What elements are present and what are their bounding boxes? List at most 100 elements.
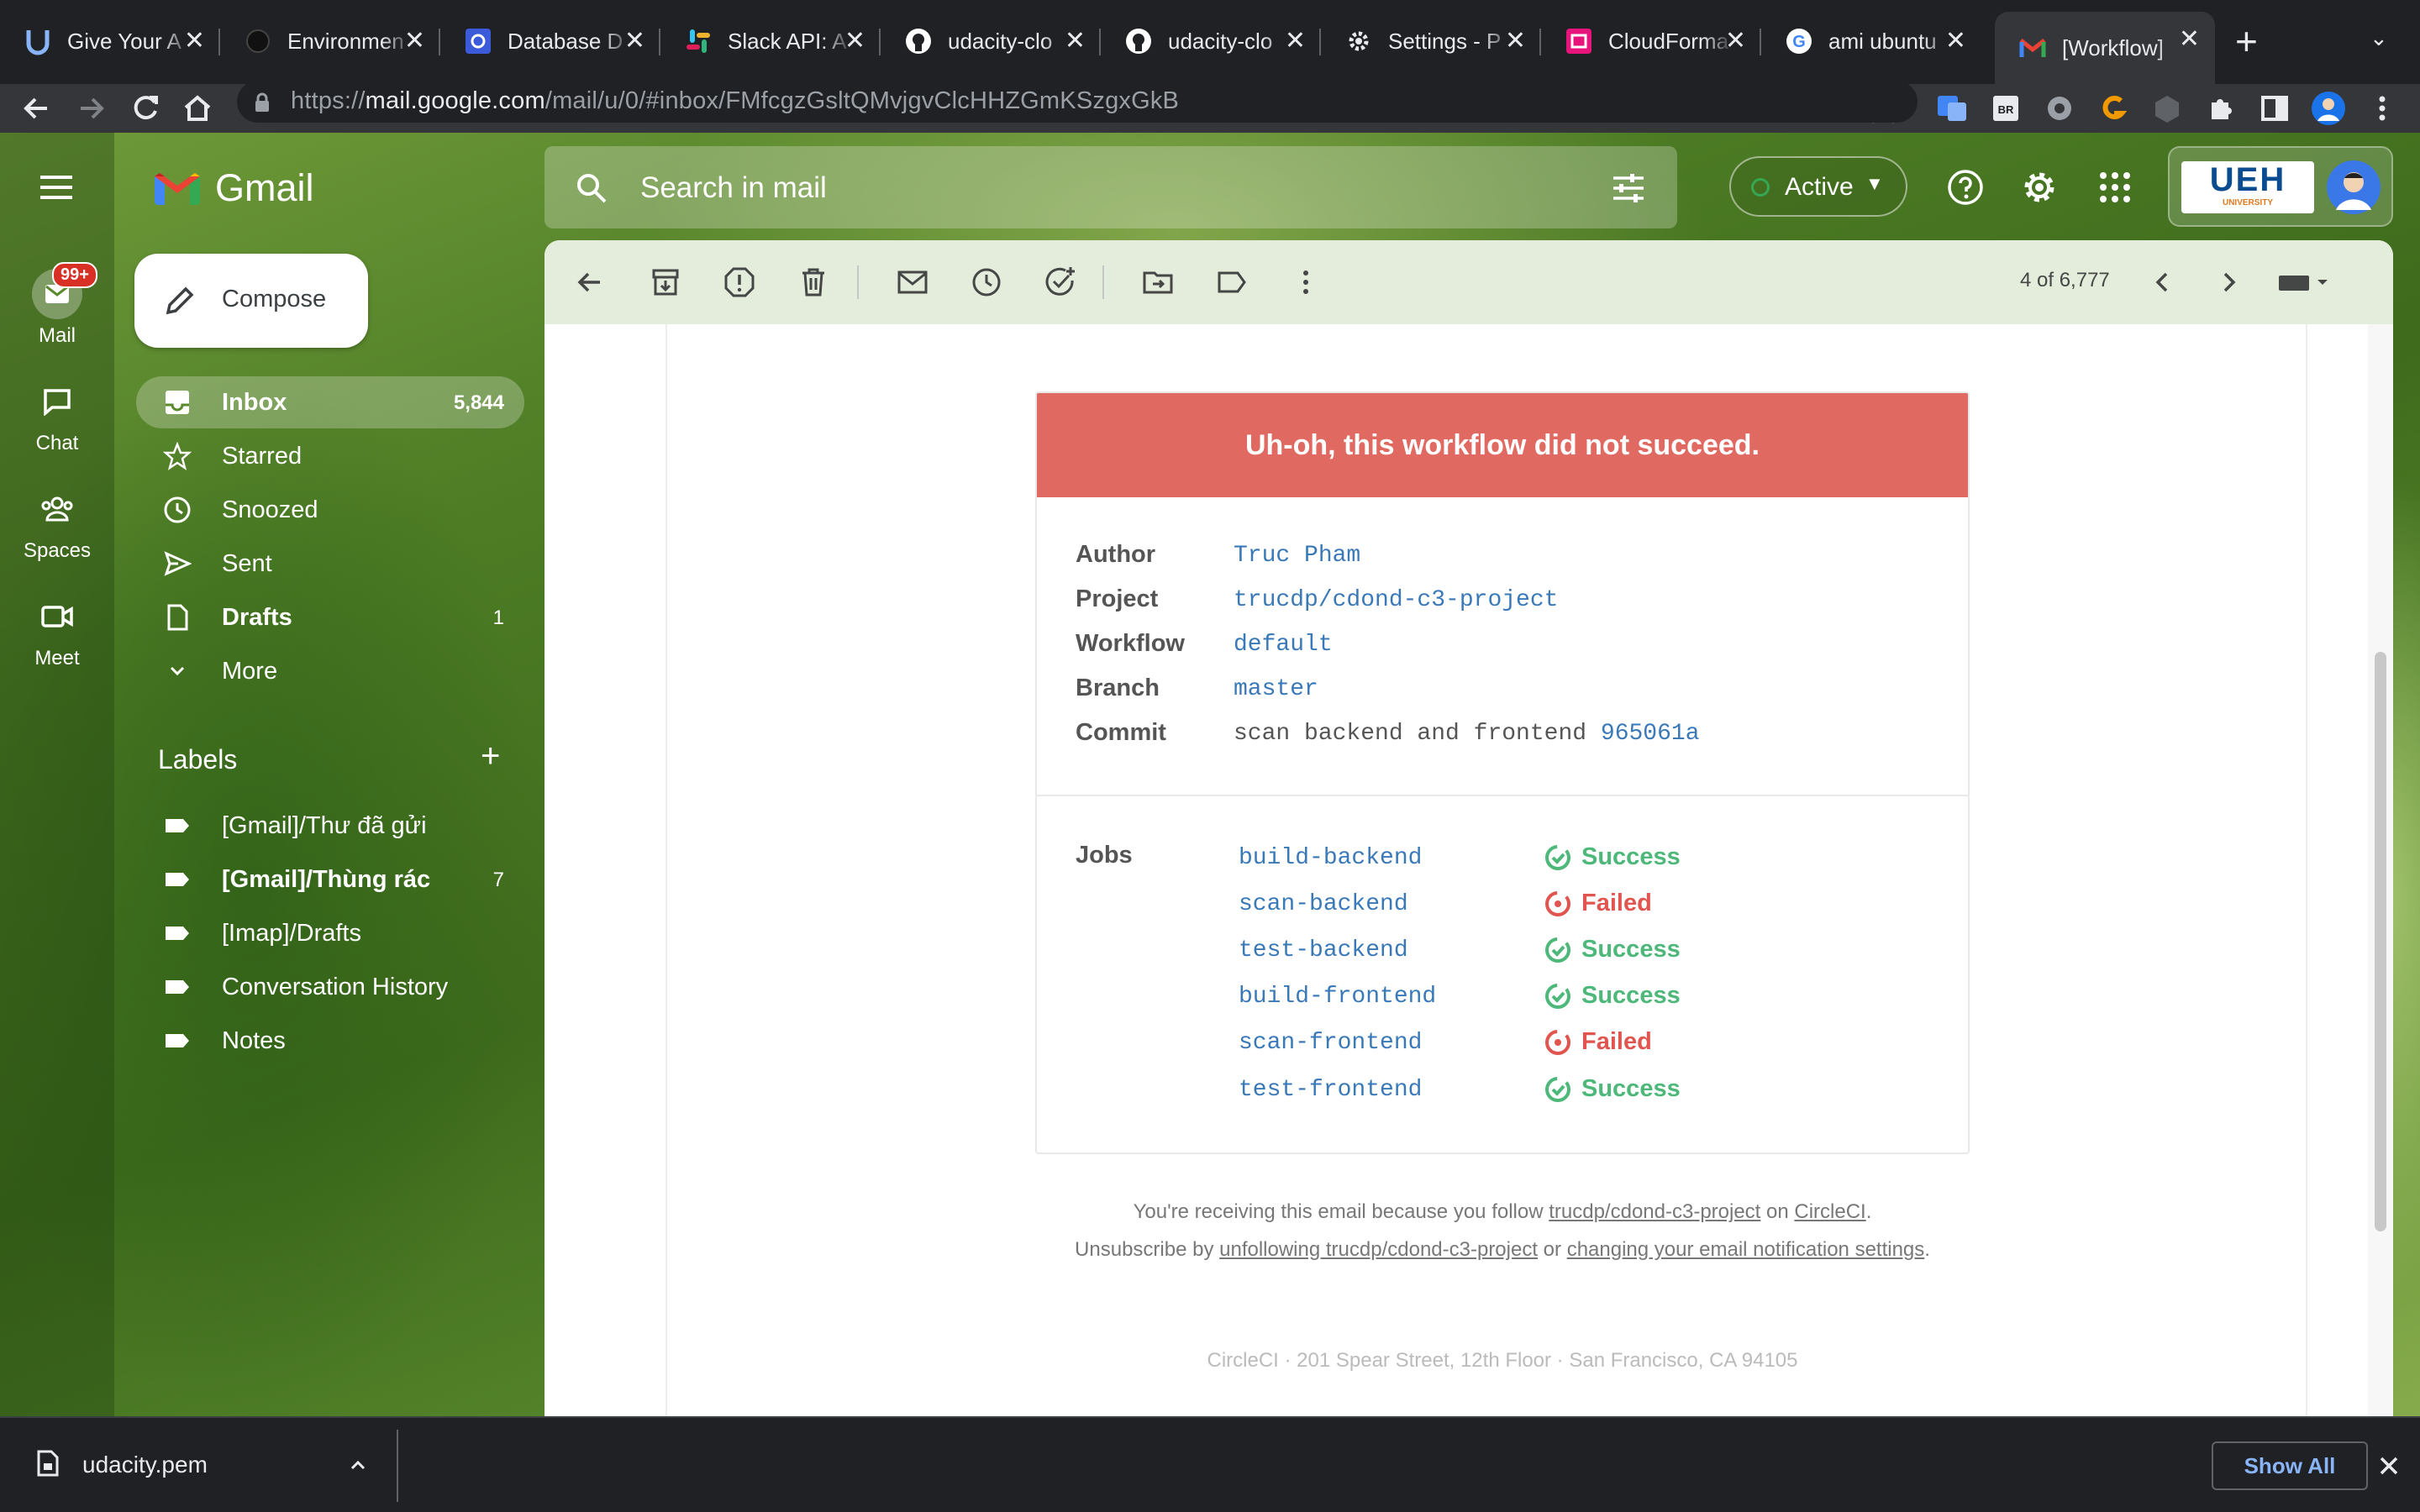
- project-link[interactable]: trucdp/cdond-c3-project: [1234, 587, 1558, 613]
- chevron-right-icon[interactable]: [2212, 265, 2245, 299]
- browser-tab[interactable]: G ami ubuntu ✕: [1761, 13, 1981, 69]
- search-bar[interactable]: Search in mail: [544, 146, 1677, 228]
- browser-tab[interactable]: udacity-clo ✕: [881, 13, 1101, 69]
- url-text[interactable]: https://mail.google.com/mail/u/0/#inbox/…: [291, 87, 1179, 115]
- close-icon[interactable]: ✕: [1945, 29, 1966, 54]
- branch-link[interactable]: master: [1234, 676, 1318, 702]
- avatar[interactable]: [2326, 160, 2381, 215]
- browser-tab[interactable]: CloudForma ✕: [1541, 13, 1761, 69]
- browser-tab[interactable]: udacity-clo ✕: [1101, 13, 1321, 69]
- new-tab-button[interactable]: +: [2235, 22, 2258, 60]
- nav-drafts[interactable]: Drafts 1: [136, 591, 524, 643]
- translate-extension-icon[interactable]: [1934, 91, 1970, 126]
- settings-gear-icon[interactable]: [2020, 168, 2059, 207]
- browser-tab[interactable]: Environmen ✕: [220, 13, 440, 69]
- chevron-left-icon[interactable]: [2146, 265, 2180, 299]
- download-file-name[interactable]: udacity.pem: [82, 1452, 208, 1478]
- nav-starred[interactable]: Starred: [136, 430, 524, 482]
- archive-icon[interactable]: [649, 265, 682, 299]
- back-arrow-icon[interactable]: [573, 265, 607, 299]
- compose-button[interactable]: Compose: [134, 254, 368, 348]
- mark-unread-icon[interactable]: [896, 265, 929, 299]
- search-input[interactable]: Search in mail: [640, 171, 827, 205]
- close-icon[interactable]: [2378, 1455, 2400, 1477]
- google-icon: G: [1785, 27, 1813, 55]
- label-tag-icon[interactable]: [1215, 265, 1249, 299]
- home-icon[interactable]: [180, 91, 215, 126]
- rail-meet[interactable]: Meet: [0, 591, 114, 670]
- close-icon[interactable]: ✕: [624, 29, 645, 54]
- workflow-link[interactable]: default: [1234, 632, 1333, 658]
- more-vert-icon[interactable]: [1289, 265, 1323, 299]
- browser-tab[interactable]: Slack API: A ✕: [660, 13, 881, 69]
- close-icon[interactable]: ✕: [1505, 29, 1526, 54]
- rail-chat[interactable]: Chat: [0, 376, 114, 455]
- keyboard-input-icon[interactable]: [2275, 265, 2334, 299]
- scrollbar-thumb[interactable]: [2375, 652, 2386, 1231]
- circleci-link[interactable]: CircleCI: [1794, 1200, 1865, 1223]
- browser-menu-icon[interactable]: [2365, 91, 2400, 126]
- nav-inbox[interactable]: Inbox 5,844: [136, 376, 524, 428]
- main-menu-icon[interactable]: [39, 173, 74, 202]
- job-link[interactable]: scan-backend: [1239, 891, 1408, 917]
- notification-settings-link[interactable]: changing your email notification setting…: [1567, 1238, 1925, 1261]
- profile-avatar[interactable]: [2311, 91, 2346, 126]
- rail-spaces[interactable]: Spaces: [0, 484, 114, 563]
- close-icon[interactable]: ✕: [844, 29, 865, 54]
- move-to-folder-icon[interactable]: [1141, 265, 1175, 299]
- footer-text: on: [1760, 1200, 1795, 1223]
- forward-arrow-icon[interactable]: [74, 91, 109, 126]
- account-switcher[interactable]: UEH UNIVERSITY: [2168, 146, 2393, 227]
- search-options-icon[interactable]: [1612, 173, 1645, 203]
- search-icon[interactable]: [575, 171, 608, 205]
- job-link[interactable]: test-backend: [1239, 937, 1408, 963]
- br-extension-icon[interactable]: BR: [1988, 91, 2023, 126]
- reload-icon[interactable]: [128, 91, 163, 126]
- close-icon[interactable]: ✕: [2179, 27, 2200, 52]
- author-value[interactable]: Truc Pham: [1234, 543, 1360, 569]
- browser-tab-active[interactable]: [Workflow] ✕: [1995, 12, 2215, 84]
- back-arrow-icon[interactable]: [18, 91, 54, 126]
- close-icon[interactable]: ✕: [184, 29, 205, 54]
- lock-icon[interactable]: [254, 92, 271, 113]
- apps-grid-icon[interactable]: [2097, 170, 2133, 205]
- show-all-downloads-button[interactable]: Show All: [2212, 1441, 2368, 1490]
- job-link[interactable]: build-backend: [1239, 845, 1422, 871]
- nav-sent[interactable]: Sent: [136, 538, 524, 590]
- nav-snoozed[interactable]: Snoozed: [136, 484, 524, 536]
- status-selector[interactable]: Active ▼: [1729, 156, 1907, 217]
- label-item[interactable]: Conversation History: [136, 961, 524, 1013]
- nav-more[interactable]: More: [136, 645, 524, 697]
- chevron-up-icon[interactable]: [348, 1455, 368, 1475]
- close-icon[interactable]: ✕: [1285, 29, 1306, 54]
- help-icon[interactable]: [1946, 168, 1985, 207]
- label-item[interactable]: [Imap]/Drafts: [136, 907, 524, 959]
- extension-circle-icon[interactable]: [2042, 91, 2077, 126]
- label-item[interactable]: [Gmail]/Thư đã gửi: [136, 800, 524, 852]
- browser-tab[interactable]: Settings - P ✕: [1321, 13, 1541, 69]
- side-panel-icon[interactable]: [2257, 91, 2292, 126]
- tab-search-icon[interactable]: ⌄: [2370, 25, 2388, 51]
- close-icon[interactable]: ✕: [1065, 29, 1086, 54]
- close-icon[interactable]: ✕: [404, 29, 425, 54]
- extension-cube-icon[interactable]: [2149, 91, 2185, 126]
- extension-g-icon[interactable]: [2096, 91, 2131, 126]
- job-link[interactable]: test-frontend: [1239, 1077, 1422, 1103]
- close-icon[interactable]: ✕: [1725, 29, 1746, 54]
- label-item[interactable]: Notes: [136, 1015, 524, 1067]
- browser-tab[interactable]: Database D ✕: [440, 13, 660, 69]
- add-label-button[interactable]: +: [481, 739, 500, 773]
- label-item[interactable]: [Gmail]/Thùng rác 7: [136, 853, 524, 906]
- extensions-puzzle-icon[interactable]: [2203, 91, 2238, 126]
- gmail-logo[interactable]: Gmail: [151, 166, 314, 210]
- job-link[interactable]: scan-frontend: [1239, 1030, 1422, 1056]
- report-spam-icon[interactable]: [723, 265, 756, 299]
- job-link[interactable]: build-frontend: [1239, 984, 1436, 1010]
- browser-tab[interactable]: Give Your A ✕: [0, 13, 220, 69]
- add-task-icon[interactable]: [1044, 265, 1077, 299]
- unfollow-link[interactable]: unfollowing trucdp/cdond-c3-project: [1219, 1238, 1538, 1261]
- commit-hash-link[interactable]: 965061a: [1601, 721, 1700, 747]
- delete-trash-icon[interactable]: [797, 265, 830, 299]
- snooze-clock-icon[interactable]: [970, 265, 1003, 299]
- project-footer-link[interactable]: trucdp/cdond-c3-project: [1549, 1200, 1760, 1223]
